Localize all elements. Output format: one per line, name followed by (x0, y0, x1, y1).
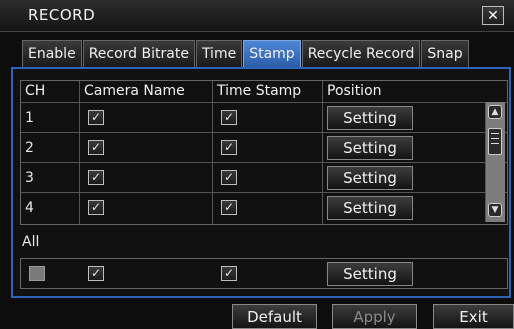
time-stamp-checkbox[interactable]: ✓ (221, 200, 237, 215)
table-row: 1 ✓ ✓ Setting (21, 103, 507, 133)
tab-stamp[interactable]: Stamp (243, 40, 301, 67)
tab-bar: Enable Record Bitrate Time Stamp Recycle Rec… (22, 40, 514, 67)
tab-time[interactable]: Time (195, 40, 243, 67)
time-stamp-cell: ✓ (213, 193, 323, 224)
all-position-setting-button[interactable]: Setting (327, 262, 413, 286)
apply-button[interactable]: Apply (332, 304, 417, 329)
camera-name-cell: ✓ (80, 103, 213, 132)
position-setting-button[interactable]: Setting (327, 166, 413, 190)
table-row: 4 ✓ ✓ Setting (21, 193, 507, 224)
camera-name-checkbox[interactable]: ✓ (88, 110, 104, 125)
tab-record-bitrate[interactable]: Record Bitrate (82, 40, 195, 67)
header-camera-name: Camera Name (80, 81, 213, 102)
time-stamp-cell: ✓ (213, 133, 323, 162)
time-stamp-checkbox[interactable]: ✓ (221, 110, 237, 125)
position-setting-button[interactable]: Setting (327, 136, 413, 160)
header-ch: CH (21, 81, 80, 102)
position-setting-button[interactable]: Setting (327, 106, 413, 130)
title-bar: RECORD ✕ (0, 0, 514, 32)
table-row: 2 ✓ ✓ Setting (21, 133, 507, 163)
camera-name-cell: ✓ (80, 163, 213, 192)
all-camera-name-checkbox[interactable]: ✓ (88, 266, 104, 281)
ch-cell: 1 (21, 103, 80, 132)
table-header: CH Camera Name Time Stamp Position (21, 81, 507, 103)
window-title: RECORD (28, 6, 96, 24)
scroll-up-icon[interactable]: ▲ (488, 105, 502, 119)
close-icon: ✕ (487, 8, 499, 24)
camera-name-checkbox[interactable]: ✓ (88, 140, 104, 155)
camera-name-cell: ✓ (80, 193, 213, 224)
time-stamp-checkbox[interactable]: ✓ (221, 140, 237, 155)
table-row: 3 ✓ ✓ Setting (21, 163, 507, 193)
camera-name-checkbox[interactable]: ✓ (88, 170, 104, 185)
tab-recycle-record[interactable]: Recycle Record (301, 40, 421, 67)
camera-name-checkbox[interactable]: ✓ (88, 200, 104, 215)
time-stamp-checkbox[interactable]: ✓ (221, 170, 237, 185)
ch-cell: 4 (21, 193, 80, 224)
ch-cell: 2 (21, 133, 80, 162)
exit-button[interactable]: Exit (433, 304, 514, 329)
scroll-thumb[interactable] (488, 128, 502, 155)
table-scrollbar[interactable]: ▲ ▼ (485, 102, 505, 222)
time-stamp-cell: ✓ (213, 103, 323, 132)
all-time-stamp-checkbox[interactable]: ✓ (221, 266, 237, 281)
default-button[interactable]: Default (232, 304, 317, 329)
all-ch-checkbox[interactable] (29, 266, 45, 281)
ch-cell: 3 (21, 163, 80, 192)
position-setting-button[interactable]: Setting (327, 196, 413, 220)
all-row: ✓ ✓ Setting (20, 258, 508, 289)
time-stamp-cell: ✓ (213, 163, 323, 192)
header-time-stamp: Time Stamp (213, 81, 323, 102)
scroll-down-icon[interactable]: ▼ (488, 203, 502, 217)
camera-name-cell: ✓ (80, 133, 213, 162)
tab-snap[interactable]: Snap (421, 40, 469, 67)
all-label: All (22, 234, 40, 250)
close-button[interactable]: ✕ (482, 6, 504, 25)
tab-enable[interactable]: Enable (22, 40, 82, 67)
stamp-table: CH Camera Name Time Stamp Position 1 ✓ ✓… (20, 80, 508, 225)
header-position: Position (327, 83, 382, 99)
